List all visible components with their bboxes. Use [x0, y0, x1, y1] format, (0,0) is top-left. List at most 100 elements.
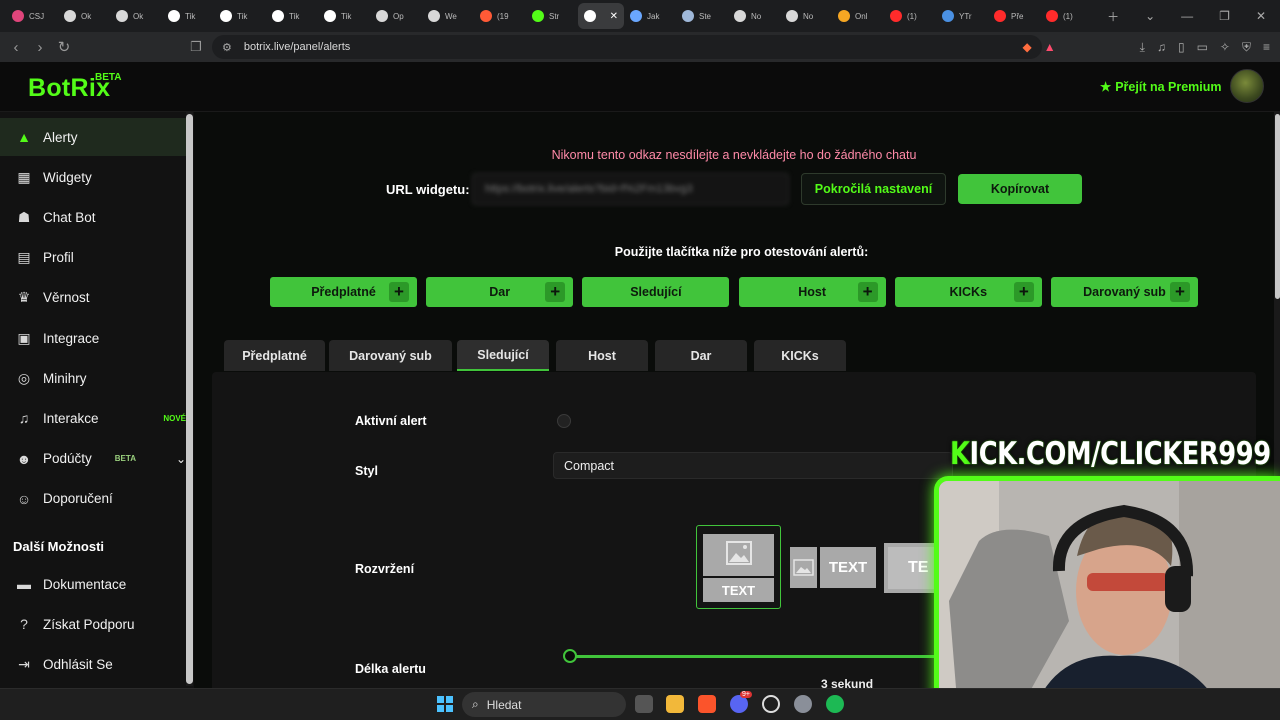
- active-alert-toggle[interactable]: [557, 414, 571, 428]
- widget-url-field[interactable]: https://botrix.live/alerts?bid=f%2Fm13bv…: [472, 173, 789, 205]
- sidebar-toggle-icon[interactable]: ▯: [1178, 40, 1185, 54]
- menu-icon[interactable]: ≡: [1263, 40, 1270, 54]
- sidebar-item-alerty[interactable]: ▲ Alerty: [0, 118, 186, 156]
- sidebar-item-doporu-en-[interactable]: ☺ Doporučení: [0, 480, 186, 518]
- site-info-icon[interactable]: ⚙: [222, 41, 232, 54]
- browser-tab[interactable]: No: [728, 3, 780, 29]
- widget-url-label: URL widgetu:: [386, 182, 470, 197]
- vpn-icon[interactable]: ⛨: [1242, 40, 1251, 55]
- streamer-webcam-image: [939, 481, 1280, 720]
- browser-tab[interactable]: Tik: [162, 3, 214, 29]
- browser-tab[interactable]: Ok: [58, 3, 110, 29]
- test-alert-label: Předplatné: [311, 285, 376, 299]
- new-tab-icon[interactable]: ＋: [1107, 8, 1119, 25]
- browser-tab[interactable]: CSJ: [6, 3, 58, 29]
- minimize-icon[interactable]: —: [1181, 9, 1193, 23]
- sidebar-item-minihry[interactable]: ◎ Minihry: [0, 359, 186, 397]
- tab-p-edplatn-[interactable]: Předplatné: [224, 340, 325, 371]
- downloads-icon[interactable]: ⤓: [1140, 40, 1145, 55]
- obs-icon[interactable]: [762, 695, 780, 713]
- spotify-icon[interactable]: [826, 695, 844, 713]
- close-window-icon[interactable]: ✕: [1256, 9, 1266, 23]
- maximize-icon[interactable]: ❐: [1219, 9, 1230, 23]
- sidebar-item-profil[interactable]: ▤ Profil: [0, 239, 186, 277]
- reload-icon[interactable]: ↻: [52, 38, 76, 56]
- browser-tab[interactable]: Ste: [676, 3, 728, 29]
- advanced-settings-button[interactable]: Pokročilá nastavení: [801, 173, 946, 205]
- taskbar-search[interactable]: ⌕ Hledat: [462, 692, 626, 717]
- browser-tab[interactable]: Tik: [266, 3, 318, 29]
- style-select[interactable]: Compact: [553, 452, 953, 479]
- media-icon[interactable]: ♫: [1157, 40, 1166, 54]
- window-controls: ＋ ⌄ — ❐ ✕: [1107, 0, 1280, 32]
- tab-favicon-icon: [734, 10, 746, 22]
- windows-start-icon[interactable]: [436, 695, 454, 713]
- browser-tab[interactable]: Onl: [832, 3, 884, 29]
- premium-link[interactable]: ★ Přejít na Premium: [1100, 79, 1222, 95]
- copy-button[interactable]: Kopírovat: [958, 174, 1082, 204]
- chevron-down-icon[interactable]: ⌄: [176, 452, 186, 466]
- tab-host[interactable]: Host: [556, 340, 648, 371]
- close-tab-icon[interactable]: ✕: [610, 11, 618, 22]
- sidebar-scrollbar-thumb[interactable]: [186, 114, 193, 684]
- url-field[interactable]: ⚙ botrix.live/panel/alerts: [212, 35, 1042, 59]
- browser-tab[interactable]: Pře: [988, 3, 1040, 29]
- duration-slider-handle[interactable]: [563, 649, 577, 663]
- browser-tab[interactable]: Str: [526, 3, 578, 29]
- settings-icon[interactable]: [794, 695, 812, 713]
- tab-kicks[interactable]: KICKs: [754, 340, 846, 371]
- browser-tab[interactable]: Tik: [214, 3, 266, 29]
- test-alert-button[interactable]: Dar +: [426, 277, 574, 307]
- sidebar-item-pod-ty[interactable]: ☻ Podúčty BETA ⌄: [0, 440, 186, 478]
- avatar[interactable]: [1230, 69, 1264, 103]
- test-alert-button[interactable]: Předplatné +: [270, 277, 417, 307]
- browser-tab[interactable]: (1): [884, 3, 936, 29]
- browser-tab[interactable]: YTr: [936, 3, 988, 29]
- tab-darovan-sub[interactable]: Darovaný sub: [329, 340, 452, 371]
- sidebar-item-interakce[interactable]: ♫ Interakce NOVÉ: [0, 399, 186, 437]
- browser-tab[interactable]: Ok: [110, 3, 162, 29]
- layout-option-vertical[interactable]: TEXT: [696, 525, 781, 609]
- bookmark-icon[interactable]: ❐: [184, 39, 208, 55]
- test-alert-button[interactable]: Sledující: [582, 277, 730, 307]
- tab-favicon-icon: [376, 10, 388, 22]
- back-icon[interactable]: ‹: [4, 39, 28, 56]
- test-alert-button[interactable]: Darovaný sub +: [1051, 277, 1198, 307]
- tab-sleduj-c-[interactable]: Sledující: [457, 340, 549, 371]
- browser-tab[interactable]: (1): [1040, 3, 1092, 29]
- sidebar-item-badge: NOVÉ: [163, 413, 186, 423]
- sidebar-item-z-skat-podporu[interactable]: ? Získat Podporu: [0, 605, 186, 643]
- brave-shields-icon[interactable]: ◆: [1023, 40, 1032, 54]
- browser-tab[interactable]: No: [780, 3, 832, 29]
- main-scrollbar-thumb[interactable]: [1275, 114, 1280, 299]
- tab-dar[interactable]: Dar: [655, 340, 747, 371]
- forward-icon[interactable]: ›: [28, 39, 52, 56]
- brave-browser-icon[interactable]: [698, 695, 716, 713]
- browser-tab[interactable]: We: [422, 3, 474, 29]
- browser-tab[interactable]: (19: [474, 3, 526, 29]
- browser-tab[interactable]: Tik: [318, 3, 370, 29]
- leo-icon[interactable]: ✧: [1220, 40, 1230, 54]
- sidebar-item-integrace[interactable]: ▣ Integrace: [0, 319, 186, 357]
- sidebar-item-v-rnost[interactable]: ♛ Věrnost: [0, 279, 186, 317]
- tab-search-icon[interactable]: ⌄: [1145, 9, 1155, 23]
- tab-label: Tik: [289, 11, 300, 21]
- layout-option-horizontal[interactable]: TEXT: [790, 547, 876, 588]
- sidebar-item-chat-bot[interactable]: ☗ Chat Bot: [0, 198, 186, 236]
- duration-slider-track[interactable]: [570, 655, 950, 658]
- test-alert-button[interactable]: KICKs +: [894, 277, 1042, 307]
- wallet-icon[interactable]: ▭: [1197, 40, 1208, 54]
- browser-tab[interactable]: Jak: [624, 3, 676, 29]
- file-explorer-icon[interactable]: [666, 695, 684, 713]
- search-placeholder: Hledat: [486, 697, 522, 712]
- brave-rewards-icon[interactable]: ▲: [1044, 40, 1056, 54]
- sidebar-item-odhl-sit-se[interactable]: ⇥ Odhlásit Se: [0, 645, 186, 683]
- test-alert-button[interactable]: Host +: [738, 277, 886, 307]
- tab-label: Tik: [341, 11, 352, 21]
- task-view-icon[interactable]: [635, 695, 653, 713]
- plus-icon: +: [857, 282, 878, 302]
- sidebar-item-widgety[interactable]: ▦ Widgety: [0, 158, 186, 196]
- browser-tab[interactable]: ✕: [578, 3, 624, 29]
- sidebar-item-dokumentace[interactable]: ▬ Dokumentace: [0, 565, 186, 603]
- browser-tab[interactable]: Op: [370, 3, 422, 29]
